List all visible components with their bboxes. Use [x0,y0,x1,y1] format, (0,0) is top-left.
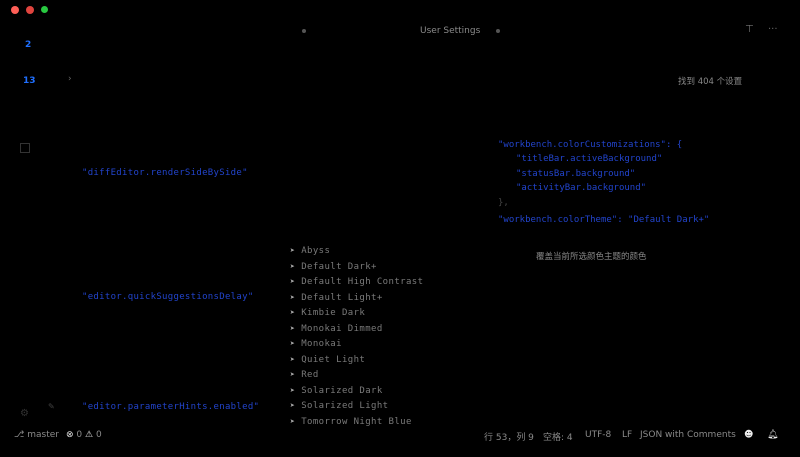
branch-name: master [27,430,59,440]
suggest-item-label: Quiet Light [301,354,366,365]
branch-status[interactable]: ⎇ master [14,430,59,450]
theme-suggestion-icon: ➤ [290,246,296,255]
activity-badge-1: 2 [25,40,32,50]
extensions-icon[interactable] [20,143,30,153]
edit-pencil-icon[interactable]: ✎ [48,402,55,411]
theme-suggestion-icon: ➤ [290,277,296,286]
eol-status[interactable]: LF [622,430,632,450]
suggest-item[interactable]: ➤ Tomorrow Night Blue [290,417,412,427]
suggest-item[interactable]: ➤ Monokai [290,339,342,349]
suggest-item-label: Solarized Light [301,401,389,411]
suggest-item-label: Monokai Dimmed [301,323,383,334]
suggest-item[interactable]: ➤ Monokai Dimmed [290,324,383,334]
theme-suggestion-icon: ➤ [290,354,296,364]
suggest-item[interactable]: ➤ Solarized Dark [290,386,383,396]
warning-icon: ⚠ [85,430,94,440]
split-editor-icon[interactable]: ⊤ [745,24,754,35]
json-line-colorCustomizations: "workbench.colorCustomizations": { [498,140,683,150]
theme-suggestion-icon: ➤ [290,339,296,348]
suggest-item-label: Abyss [301,246,331,256]
chevron-icon[interactable]: › [68,74,72,84]
language-mode[interactable]: JSON with Comments [640,430,736,450]
notifications-bell-icon[interactable]: 🔔︎ [767,430,778,450]
suggest-item[interactable]: ➤ Default Dark+ [290,262,377,272]
warning-count: 0 [95,430,102,440]
error-icon: ⊗ [66,430,74,440]
encoding-status[interactable]: UTF-8 [585,430,611,450]
setting-key-quickSuggestionsDelay: "editor.quickSuggestionsDelay" [82,292,254,302]
suggest-item[interactable]: ➤ Default High Contrast [290,277,423,287]
theme-suggestion-icon: ➤ [290,308,296,317]
suggest-item-label: Default Light+ [301,292,383,303]
json-line-statusBar: "statusBar.background" [516,169,636,179]
more-actions-icon[interactable]: ··· [768,24,778,35]
error-count: 0 [76,430,83,440]
tab-dirty-dot-icon[interactable] [496,29,500,33]
tab-left-dot-icon [302,29,306,33]
suggest-item[interactable]: ➤ Kimbie Dark [290,308,365,318]
suggest-item[interactable]: ➤ Red [290,370,319,380]
setting-key-parameterHints: "editor.parameterHints.enabled" [82,402,260,412]
json-line-titleBar: "titleBar.activeBackground" [516,154,663,164]
json-line-close-brace: }, [498,198,509,208]
branch-icon: ⎇ [14,430,28,440]
theme-suggestion-icon: ➤ [290,370,296,379]
title-bar [0,0,800,20]
gear-icon[interactable]: ⚙ [20,408,29,419]
problems-status[interactable]: ⊗ 0 ⚠ 0 [66,430,102,450]
suggest-item-label: Default Dark+ [301,261,377,272]
activity-badge-2: 13 [23,76,36,86]
search-result-count: 找到 404 个设置 [678,77,743,87]
tab-user-settings[interactable]: User Settings [420,26,480,36]
cursor-position[interactable]: 行 53，列 9 [484,430,534,450]
suggest-item-label: Tomorrow Night Blue [301,416,412,427]
setting-key-diffEditor: "diffEditor.renderSideBySide" [82,168,248,178]
suggest-item[interactable]: ➤ Abyss [290,246,330,256]
json-line-colorTheme: "workbench.colorTheme": "Default Dark+" [498,215,710,225]
close-window-button[interactable] [11,6,19,14]
theme-suggestion-icon: ➤ [290,261,296,271]
zoom-window-button[interactable] [41,6,48,13]
feedback-smiley-icon[interactable]: ☻ [744,430,753,450]
theme-suggestion-icon: ➤ [290,385,296,395]
suggest-item-label: Monokai [301,339,342,349]
suggest-item-label: Kimbie Dark [301,308,366,318]
json-line-activityBar: "activityBar.background" [516,183,647,193]
theme-suggestion-icon: ➤ [290,292,296,302]
suggest-item-label: Default High Contrast [301,277,424,287]
suggest-item[interactable]: ➤ Default Light+ [290,293,383,303]
theme-suggestion-icon: ➤ [290,416,296,426]
hover-hint: 覆盖当前所选颜色主题的颜色 [536,252,647,262]
activity-bar: 2 13 ⚙ [0,20,55,430]
theme-suggestion-icon: ➤ [290,323,296,333]
suggest-item[interactable]: ➤ Quiet Light [290,355,365,365]
theme-suggestion-icon: ➤ [290,401,296,410]
suggest-item[interactable]: ➤ Solarized Light [290,401,389,411]
indentation-status[interactable]: 空格: 4 [543,430,573,450]
suggest-item-label: Solarized Dark [301,385,383,396]
minimize-window-button[interactable] [26,6,34,14]
suggest-item-label: Red [301,370,319,380]
